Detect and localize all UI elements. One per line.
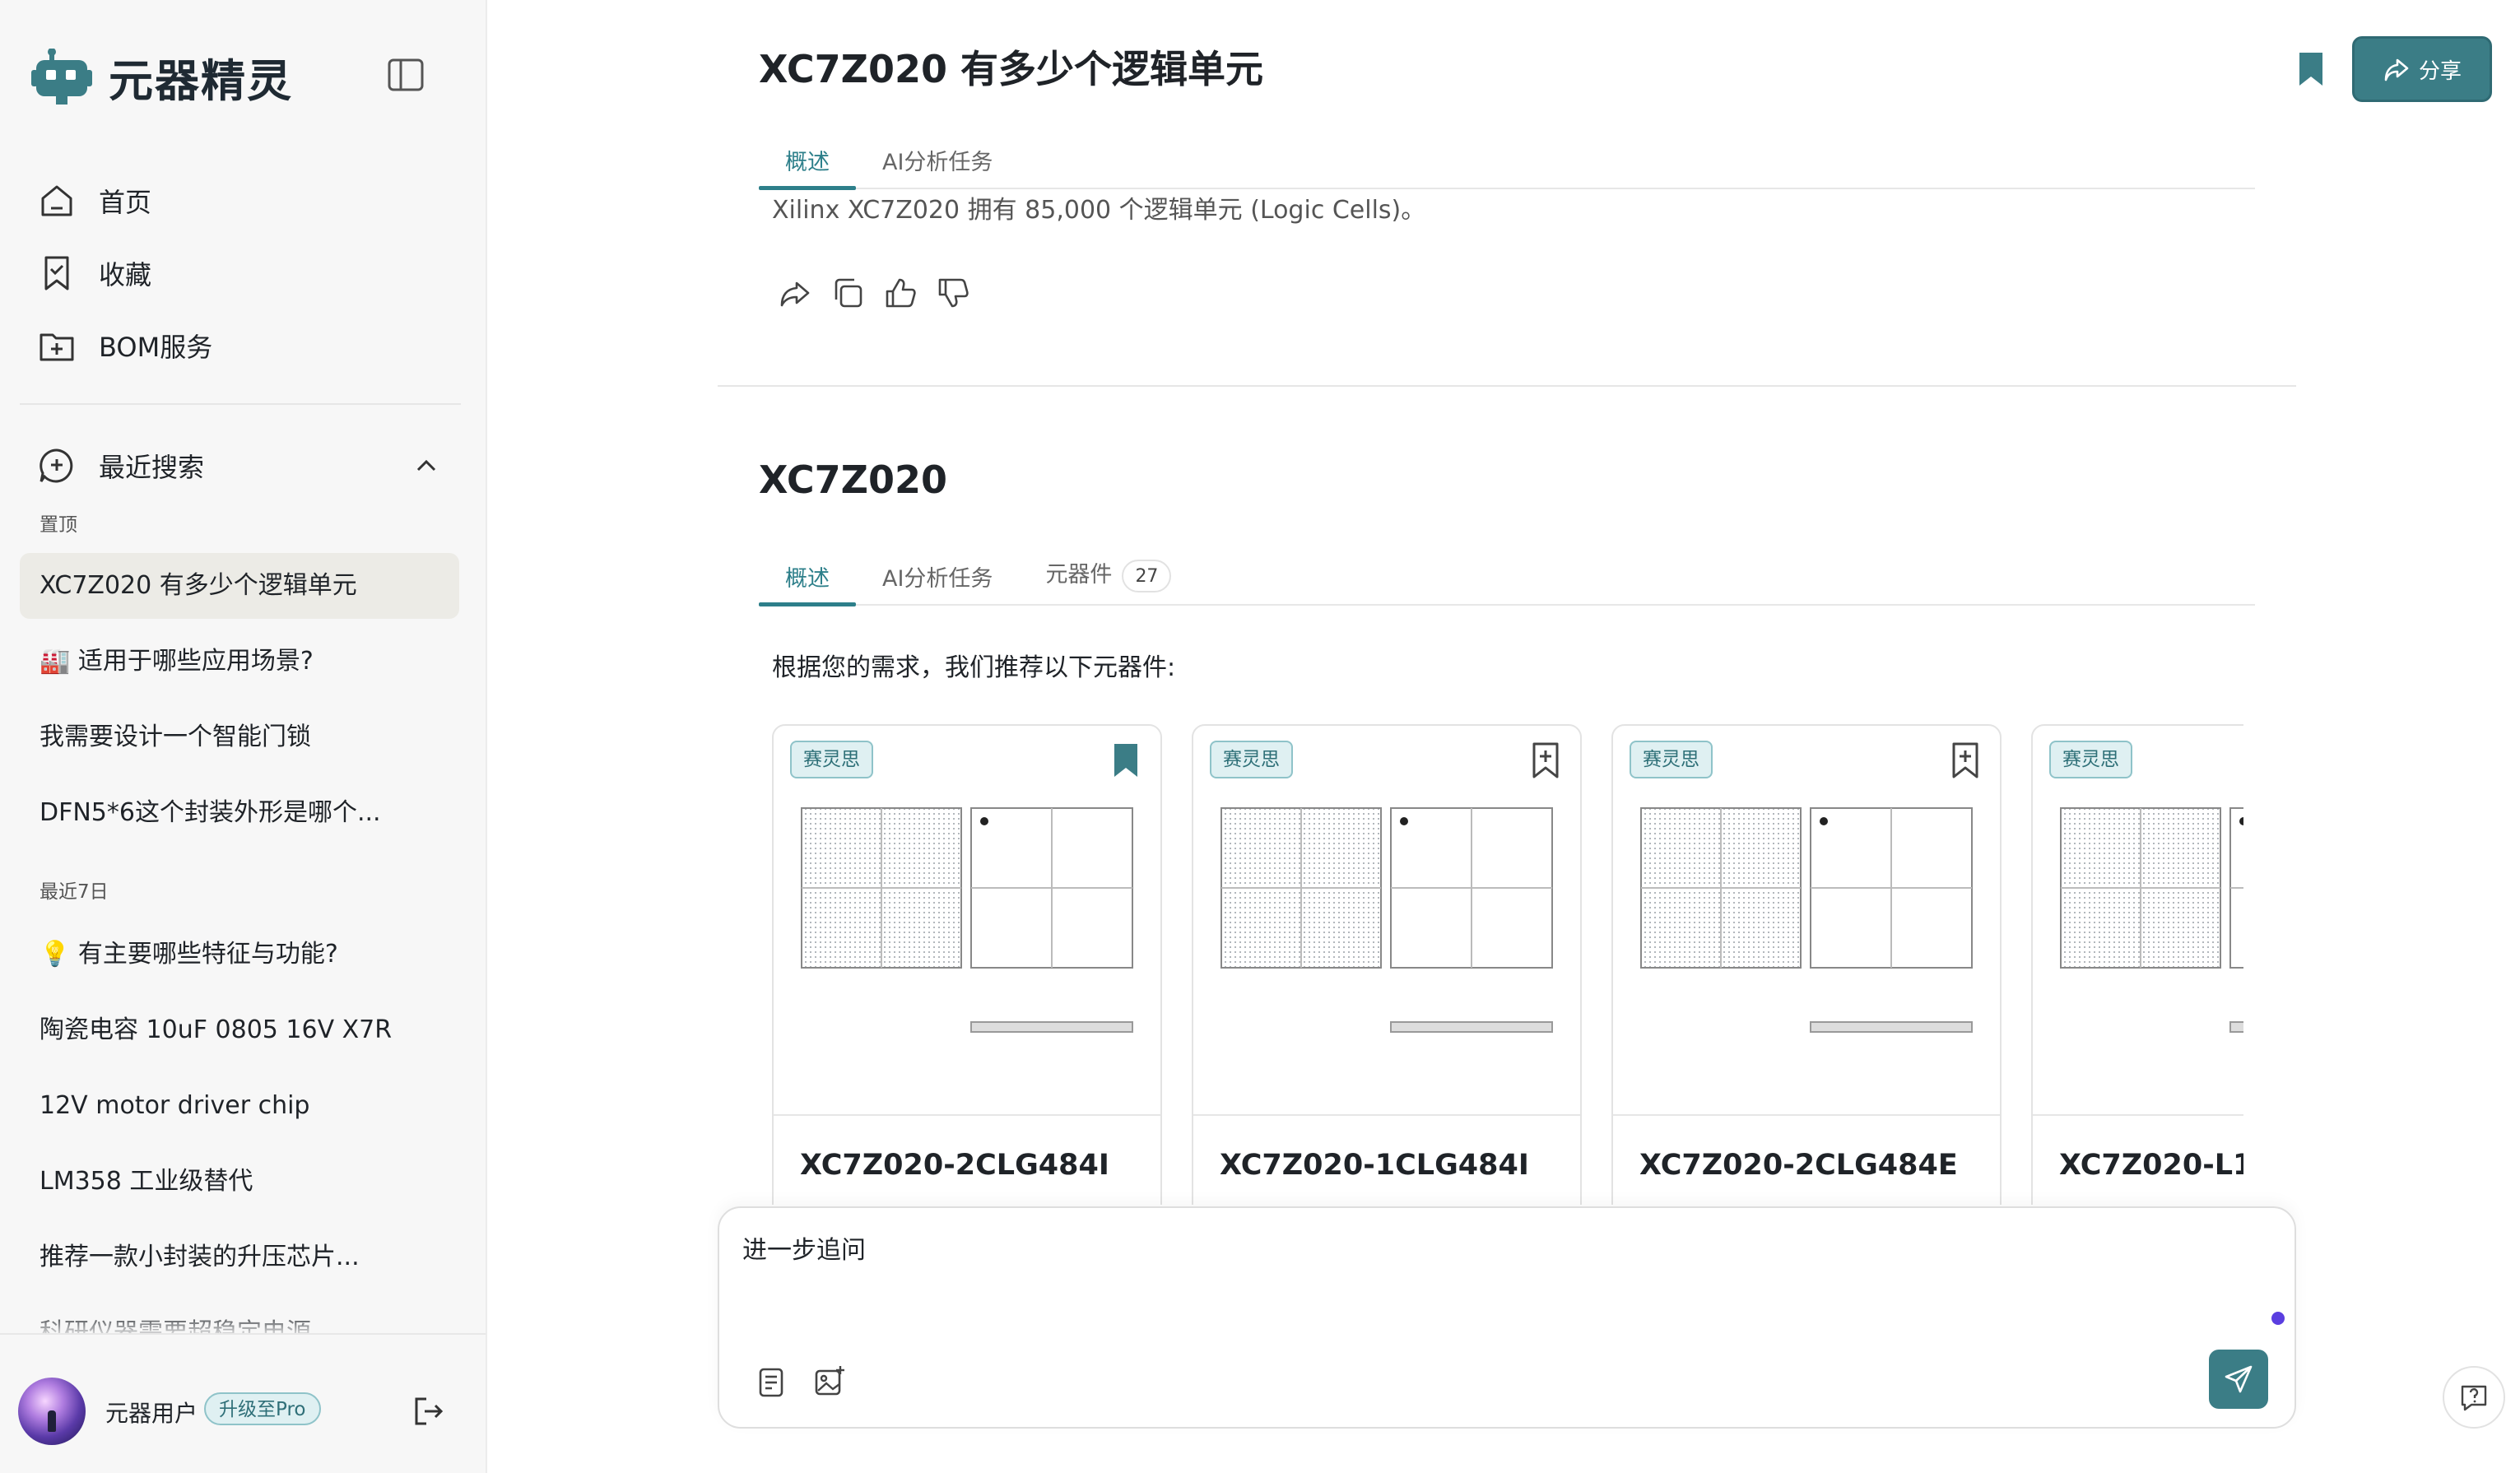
brand[interactable]: 元器精灵 (31, 44, 293, 109)
section-divider (718, 385, 2296, 387)
package-drawing-image (1220, 807, 1553, 1033)
home-icon (41, 185, 72, 216)
recommend-intro: 根据您的需求，我们推荐以下元器件: (772, 653, 1176, 682)
package-drawing-image (2060, 807, 2243, 1033)
nav-item-home[interactable]: 首页 (38, 165, 466, 237)
share-icon (2384, 58, 2409, 81)
tab-overview[interactable]: 概述 (759, 144, 856, 190)
copy-icon[interactable] (830, 275, 866, 311)
nav-item-bom[interactable]: BOM服务 (38, 309, 466, 382)
recent-item[interactable]: 陶瓷电容 10uF 0805 16V X7R (20, 997, 459, 1063)
folder-plus-icon (40, 333, 74, 361)
share-label: 分享 (2418, 58, 2462, 84)
share-icon[interactable] (777, 275, 813, 311)
component-carousel: 赛灵思 XC7Z020-2CLG484I 赛灵思 XC7Z020-1CLG484… (772, 724, 2243, 1205)
recent-item[interactable]: DFN5*6这个封装外形是哪个... (20, 780, 459, 846)
tab-overview[interactable]: 概述 (759, 560, 856, 606)
card-divider (774, 1114, 1160, 1116)
chat-plus-icon (40, 448, 73, 483)
answer-actions (777, 275, 988, 311)
bookmark-filled-icon[interactable] (1109, 742, 1142, 778)
pinned-group-label: 置顶 (40, 514, 77, 536)
card-divider (1613, 1114, 2000, 1116)
part-title: XC7Z020 (759, 458, 947, 502)
bookmark-check-icon (44, 256, 69, 290)
manufacturer-badge: 赛灵思 (1630, 741, 1713, 778)
manufacturer-badge: 赛灵思 (1210, 741, 1293, 778)
component-count-badge: 27 (1122, 560, 1172, 592)
bookmark-plus-icon[interactable] (1529, 742, 1562, 778)
main-content: XC7Z020 有多少个逻辑单元 分享 概述 AI分析任务 Xilinx XC7… (489, 0, 2520, 1473)
tab-components-label: 元器件 (1045, 562, 1113, 588)
user-bar: 元器用户 升级至Pro (0, 1333, 486, 1473)
recent-item[interactable]: 我需要设计一个智能门锁 (20, 704, 459, 770)
component-card[interactable]: 赛灵思 XC7Z020-2CLG484E (1611, 724, 2002, 1205)
recent-item[interactable]: 💡 有主要哪些特征与功能? (20, 922, 459, 987)
pinned-list: XC7Z020 有多少个逻辑单元 🏭 适用于哪些应用场景? 我需要设计一个智能门… (20, 553, 459, 856)
nav-item-favorites[interactable]: 收藏 (38, 237, 466, 309)
question-title: XC7Z020 有多少个逻辑单元 (759, 47, 1263, 91)
send-button[interactable] (2209, 1350, 2268, 1409)
brand-name: 元器精灵 (109, 55, 293, 107)
send-icon (2225, 1365, 2253, 1393)
follow-up-input[interactable]: 进一步追问 (742, 1229, 866, 1266)
bookmark-filled-icon[interactable] (2296, 51, 2326, 87)
sidebar-divider (20, 403, 461, 405)
image-upload-icon[interactable] (813, 1364, 846, 1397)
component-card[interactable]: 赛灵思 XC7Z020-1CLG484I (1192, 724, 1582, 1205)
document-icon[interactable] (756, 1366, 788, 1399)
part-number[interactable]: XC7Z020-2CLG484E (1639, 1149, 1958, 1182)
chevron-up-icon[interactable] (411, 451, 441, 481)
component-card[interactable]: 赛灵思 XC7Z020-2CLG484I (772, 724, 1162, 1205)
share-button[interactable]: 分享 (2352, 36, 2492, 102)
part-number[interactable]: XC7Z020-2CLG484I (800, 1149, 1109, 1182)
part-number[interactable]: XC7Z020-1CLG484I (1220, 1149, 1529, 1182)
upgrade-pro-badge[interactable]: 升级至Pro (204, 1392, 321, 1425)
avatar[interactable] (18, 1378, 86, 1445)
card-divider (1193, 1114, 1580, 1116)
sidebar-toggle-icon[interactable] (387, 58, 425, 92)
sidebar: 元器精灵 首页 收藏 BOM服务 最近搜索 置顶 XC7Z020 有多少个逻辑单… (0, 0, 487, 1473)
tab-ai-tasks[interactable]: AI分析任务 (856, 144, 1019, 188)
component-card[interactable]: 赛灵思 XC7Z020-L1CLG484I (2031, 724, 2243, 1205)
recent-item[interactable]: 推荐一款小封装的升压芯片... (20, 1224, 459, 1290)
tab-components[interactable]: 元器件 27 (1019, 556, 1197, 604)
nav-label: BOM服务 (99, 332, 213, 363)
logout-icon[interactable] (411, 1394, 446, 1429)
recent-item[interactable]: XC7Z020 有多少个逻辑单元 (20, 553, 459, 619)
card-divider (2033, 1114, 2243, 1116)
nav-label: 收藏 (99, 259, 152, 290)
app-root: 元器精灵 首页 收藏 BOM服务 最近搜索 置顶 XC7Z020 有多少个逻辑单… (0, 0, 2520, 1473)
part-tabs: 概述 AI分析任务 元器件 27 (759, 556, 2255, 606)
main-nav: 首页 收藏 BOM服务 (38, 165, 466, 382)
recent-item[interactable]: 12V motor driver chip (20, 1073, 459, 1139)
tab-ai-tasks[interactable]: AI分析任务 (856, 560, 1019, 604)
bookmark-plus-icon[interactable] (1949, 742, 1982, 778)
part-number[interactable]: XC7Z020-L1CLG484I (2059, 1149, 2243, 1182)
recent-item[interactable]: 🏭 适用于哪些应用场景? (20, 629, 459, 695)
package-drawing-image (801, 807, 1133, 1033)
help-chat-icon (2461, 1385, 2487, 1411)
thumbs-up-icon[interactable] (882, 275, 918, 311)
follow-up-composer[interactable]: 进一步追问 (718, 1206, 2296, 1429)
manufacturer-badge: 赛灵思 (790, 741, 873, 778)
recent-item[interactable]: LM358 工业级替代 (20, 1149, 459, 1215)
nav-label: 首页 (99, 187, 152, 218)
week-group-label: 最近7日 (40, 881, 109, 903)
question-tabs: 概述 AI分析任务 (759, 140, 2255, 190)
thumbs-down-icon[interactable] (935, 275, 971, 311)
robot-logo-icon (31, 48, 92, 105)
answer-text: Xilinx XC7Z020 拥有 85,000 个逻辑单元 (Logic Ce… (772, 196, 1426, 225)
recent-search-title: 最近搜索 (99, 452, 205, 483)
package-drawing-image (1640, 807, 1973, 1033)
week-list: 💡 有主要哪些特征与功能? 陶瓷电容 10uF 0805 16V X7R 12V… (20, 922, 459, 1333)
user-name: 元器用户 (105, 1400, 198, 1427)
recent-search-header[interactable]: 最近搜索 (38, 443, 441, 489)
manufacturer-badge: 赛灵思 (2049, 741, 2132, 778)
help-button[interactable] (2443, 1366, 2505, 1429)
status-dot (2271, 1312, 2285, 1325)
